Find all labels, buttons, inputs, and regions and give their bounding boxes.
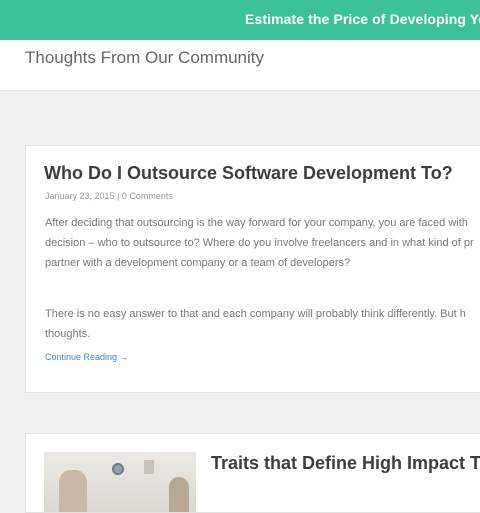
- post-card: Traits that Define High Impact Tea: [25, 433, 480, 513]
- post-title-link[interactable]: Who Do I Outsource Software Development …: [44, 163, 453, 184]
- comments-link[interactable]: 0 Comments: [122, 191, 173, 201]
- excerpt-line: thoughts.: [45, 328, 91, 340]
- continue-reading-link[interactable]: Continue Reading →: [45, 352, 129, 362]
- excerpt-line: decision – who to outsource to? Where do…: [45, 237, 474, 249]
- post-excerpt-paragraph: After deciding that outsourcing is the w…: [45, 213, 480, 273]
- post-thumbnail-image[interactable]: [44, 452, 196, 512]
- post-title-link[interactable]: Traits that Define High Impact Tea: [211, 453, 480, 474]
- person-figure: [59, 470, 87, 512]
- post-excerpt-paragraph: There is no easy answer to that and each…: [45, 304, 480, 344]
- meta-separator: |: [114, 191, 122, 201]
- top-promo-banner[interactable]: Estimate the Price of Developing Your: [0, 0, 480, 40]
- post-card: Who Do I Outsource Software Development …: [25, 145, 480, 393]
- person-figure: [169, 477, 189, 512]
- clock-icon: [112, 463, 124, 475]
- wall-frame: [144, 460, 154, 474]
- promo-banner-text[interactable]: Estimate the Price of Developing Your: [245, 11, 480, 27]
- excerpt-line: There is no easy answer to that and each…: [45, 308, 466, 320]
- post-meta: January 23, 2015 | 0 Comments: [45, 191, 173, 201]
- page-header: Thoughts From Our Community: [0, 40, 480, 91]
- excerpt-line: partner with a development company or a …: [45, 257, 351, 269]
- excerpt-line: After deciding that outsourcing is the w…: [45, 217, 468, 229]
- page-title: Thoughts From Our Community: [25, 48, 265, 67]
- post-date: January 23, 2015: [45, 191, 115, 201]
